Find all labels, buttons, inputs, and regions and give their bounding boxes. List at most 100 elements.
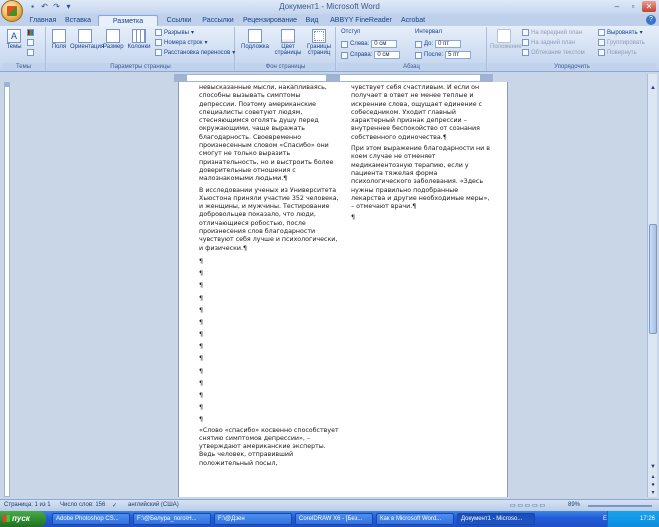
breaks-button[interactable]: Разрывы ▾ <box>155 29 194 36</box>
page-color-button[interactable]: Цвет страницы <box>274 29 302 56</box>
page-borders-button[interactable]: Границы страниц <box>304 29 334 56</box>
theme-fonts-button[interactable] <box>27 39 34 46</box>
zoom-slider[interactable] <box>588 505 652 507</box>
empty-paragraph-mark[interactable]: ¶ <box>199 378 339 390</box>
select-browse-object-icon[interactable]: ● <box>649 481 657 489</box>
orientation-icon <box>78 29 92 43</box>
group-label-page-setup: Параметры страницы <box>47 63 234 71</box>
vertical-ruler[interactable] <box>4 82 10 497</box>
empty-paragraph-mark[interactable]: ¶ <box>199 329 339 341</box>
theme-colors-button[interactable] <box>27 29 34 36</box>
next-page-icon[interactable]: ▾ <box>649 489 657 497</box>
indent-left-input[interactable]: 0 см <box>371 40 398 48</box>
zoom-level[interactable]: 89% <box>568 502 580 508</box>
empty-paragraph-mark[interactable]: ¶ <box>199 305 339 317</box>
paragraph[interactable]: В исследовании ученых из Университета Хь… <box>199 187 339 253</box>
spacing-before-input[interactable]: 0 пт <box>435 40 462 48</box>
paragraph[interactable]: ¶ <box>351 214 493 222</box>
empty-paragraph-mark[interactable]: ¶ <box>199 256 339 268</box>
start-button[interactable]: пуск <box>0 511 46 527</box>
clock: 17:26 <box>639 516 655 522</box>
empty-paragraph-mark[interactable]: ¶ <box>199 268 339 280</box>
tab-insert[interactable]: Вставка <box>62 15 94 26</box>
empty-paragraph-mark[interactable]: ¶ <box>199 414 339 426</box>
view-buttons[interactable]: ▭ ▭ ▭ ▭ ▭ <box>510 502 545 509</box>
indent-left-icon <box>341 40 348 48</box>
taskbar-item[interactable]: Adobe Photoshop CS... <box>52 513 130 525</box>
ruler-column-gap[interactable] <box>326 75 340 81</box>
taskbar-item[interactable]: F:\@Дзен <box>214 513 292 525</box>
horizontal-ruler[interactable] <box>174 74 493 82</box>
scroll-up-icon[interactable]: ▲ <box>649 84 657 92</box>
indent-right-input[interactable]: 0 см <box>374 51 401 59</box>
taskbar-item[interactable]: Как в Microsoft Word... <box>376 513 454 525</box>
empty-paragraph-mark[interactable]: ¶ <box>199 317 339 329</box>
close-button[interactable]: ✕ <box>642 1 656 12</box>
paragraph[interactable]: чувствует себя счастливым. И если он пол… <box>351 84 493 142</box>
tab-view[interactable]: Вид <box>303 15 321 26</box>
taskbar-item-active[interactable]: Документ1 - Microso... <box>457 513 535 525</box>
scroll-thumb[interactable] <box>649 224 657 334</box>
themes-button[interactable]: A Темы <box>4 29 24 50</box>
group-label-themes: Темы <box>2 63 45 71</box>
empty-paragraph-mark[interactable]: ¶ <box>199 366 339 378</box>
column-1[interactable]: невысказанные мысли, накапливаясь, спосо… <box>199 84 339 471</box>
taskbar-item[interactable]: CorelDRAW X6 - [Без... <box>295 513 373 525</box>
group-objects-button[interactable]: Группировать <box>598 39 645 46</box>
document-page[interactable]: невысказанные мысли, накапливаясь, спосо… <box>178 82 508 497</box>
tab-home[interactable]: Главная <box>28 15 58 26</box>
indent-right-icon <box>341 51 348 59</box>
document-area[interactable]: невысказанные мысли, накапливаясь, спосо… <box>12 82 642 497</box>
maximize-button[interactable]: ▫ <box>626 1 640 12</box>
bring-front-button[interactable]: На передний план <box>522 29 582 36</box>
windows-flag-icon <box>3 515 10 522</box>
theme-effects-button[interactable] <box>27 49 34 56</box>
empty-paragraph-mark[interactable]: ¶ <box>199 280 339 292</box>
position-button[interactable]: Положение <box>490 29 522 50</box>
tab-page-layout[interactable]: Разметка страницы <box>98 15 158 36</box>
tab-abbyy[interactable]: ABBYY FineReader 11 <box>328 15 394 35</box>
tab-acrobat[interactable]: Acrobat <box>398 15 428 26</box>
status-page[interactable]: Страница: 1 из 1 <box>4 502 51 508</box>
hyphenation-icon <box>155 49 162 56</box>
paragraph[interactable]: невысказанные мысли, накапливаясь, спосо… <box>199 84 339 184</box>
column-2[interactable]: чувствует себя счастливым. И если он пол… <box>351 84 493 226</box>
tab-review[interactable]: Рецензирование <box>242 15 298 26</box>
status-language[interactable]: английский (США) <box>128 502 179 508</box>
spellcheck-icon[interactable]: ✓ <box>112 502 117 509</box>
columns-button[interactable]: Колонки <box>126 29 152 50</box>
scroll-down-icon[interactable]: ▼ <box>649 463 657 471</box>
watermark-button[interactable]: Подложка <box>240 29 270 50</box>
margins-button[interactable]: Поля <box>49 29 69 50</box>
align-button[interactable]: Выровнять ▾ <box>598 29 643 36</box>
text-wrap-icon <box>522 49 529 56</box>
help-icon[interactable]: ? <box>646 15 656 25</box>
empty-paragraph-mark[interactable]: ¶ <box>199 402 339 414</box>
vertical-scrollbar[interactable]: ▲ ▼ ▴ ● ▾ <box>647 74 657 497</box>
empty-paragraph-mark[interactable]: ¶ <box>199 353 339 365</box>
columns-icon <box>132 29 146 43</box>
spacing-after-input[interactable]: 5 пт <box>445 51 472 59</box>
hyphenation-button[interactable]: Расстановка переносов ▾ <box>155 49 235 56</box>
size-button[interactable]: Размер <box>103 29 124 50</box>
text-wrap-button[interactable]: Обтекание текстом <box>522 49 585 56</box>
taskbar-item[interactable]: F:\@Белура_пого\Н... <box>133 513 211 525</box>
size-icon <box>106 29 120 43</box>
prev-page-icon[interactable]: ▴ <box>649 473 657 481</box>
tab-mailings[interactable]: Рассылки <box>200 15 236 26</box>
orientation-button[interactable]: Ориентация <box>70 29 104 50</box>
empty-paragraph-mark[interactable]: ¶ <box>199 341 339 353</box>
empty-paragraphs[interactable]: ¶ ¶ ¶ ¶ ¶ ¶ ¶ ¶ ¶ ¶ ¶ ¶ ¶ ¶ <box>199 256 339 427</box>
office-button[interactable] <box>1 0 23 22</box>
line-numbers-button[interactable]: Номера строк ▾ <box>155 39 208 46</box>
status-word-count[interactable]: Число слов: 156 <box>60 502 105 508</box>
empty-paragraph-mark[interactable]: ¶ <box>199 390 339 402</box>
rotate-button[interactable]: Повернуть <box>598 49 637 56</box>
tab-references[interactable]: Ссылки <box>164 15 194 26</box>
group-themes: A Темы Темы <box>2 27 46 71</box>
empty-paragraph-mark[interactable]: ¶ <box>199 293 339 305</box>
paragraph[interactable]: При этом выражение благодарности ни в ко… <box>351 145 493 211</box>
minimize-button[interactable]: – <box>610 1 624 12</box>
send-back-button[interactable]: На задний план <box>522 39 575 46</box>
paragraph[interactable]: «Слово «спасибо» косвенно способствует с… <box>199 427 339 468</box>
